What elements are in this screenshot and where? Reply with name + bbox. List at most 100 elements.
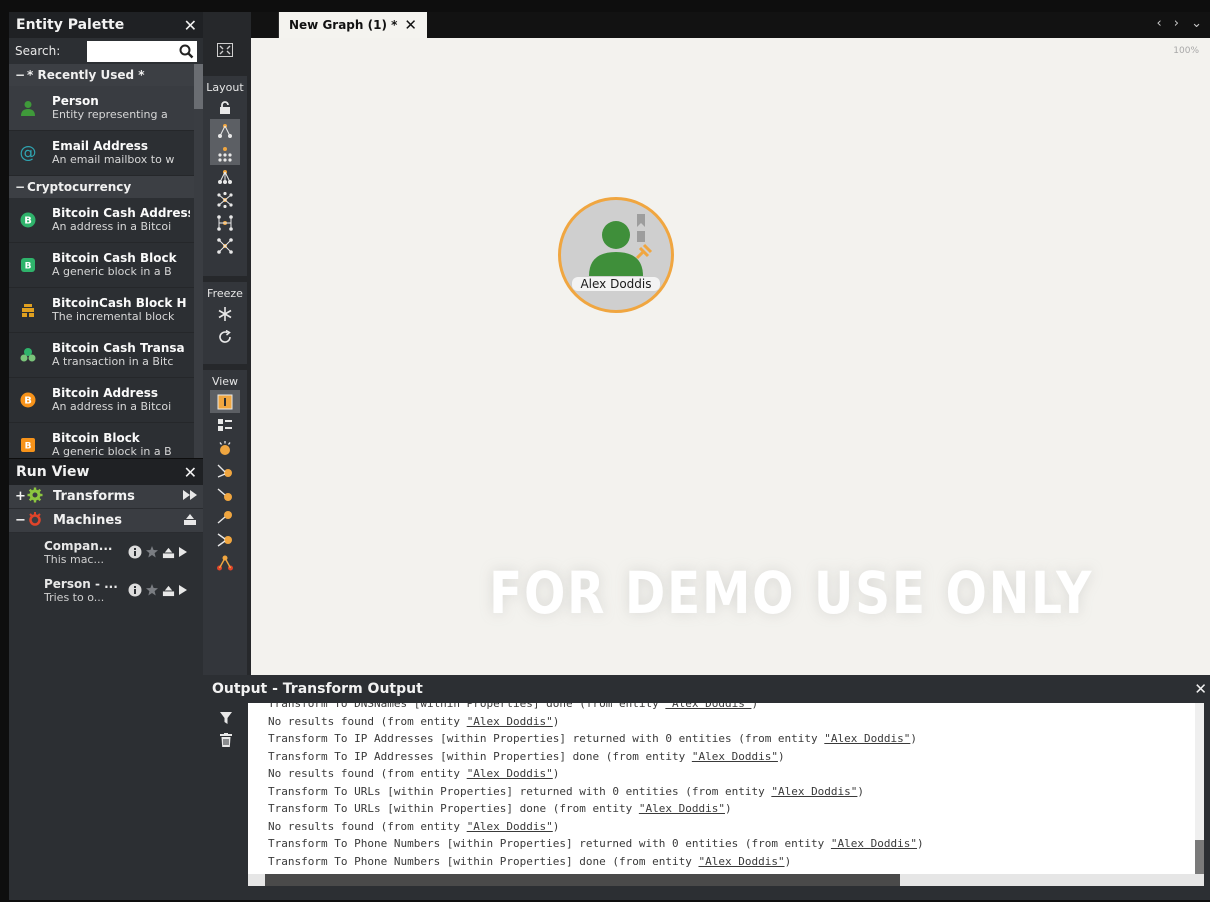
list-view-button[interactable]: [203, 413, 247, 436]
clear-output-button[interactable]: [203, 729, 248, 751]
svg-text:B: B: [25, 442, 32, 452]
palette-entity-bitcoin-cash-address[interactable]: B Bitcoin Cash Address An address in a Bi…: [9, 198, 203, 243]
output-vertical-scrollbar[interactable]: [1195, 703, 1204, 886]
output-line-text: Transform To URLs [within Properties] re…: [268, 784, 772, 798]
snowflake-icon: [218, 306, 232, 321]
hierarchical-layout-button[interactable]: [210, 142, 240, 165]
machine-item[interactable]: Compan... This mac...: [9, 533, 203, 571]
info-icon[interactable]: [128, 545, 142, 559]
graph-canvas[interactable]: 100% FOR DEMO USE ONLY Alex Doddis: [251, 38, 1210, 675]
zoom-level: 100%: [1173, 46, 1199, 56]
circular-layout-button[interactable]: [203, 211, 247, 234]
svg-text:B: B: [25, 262, 32, 272]
entity-palette-close-icon[interactable]: ✕: [184, 16, 197, 35]
entity-node-label[interactable]: Alex Doddis: [572, 277, 660, 291]
centrality-layout-button[interactable]: [203, 165, 247, 188]
entity-name: Person: [52, 94, 99, 108]
palette-entity-bitcoin-address[interactable]: B Bitcoin Address An address in a Bitcoi: [9, 378, 203, 423]
demo-watermark: FOR DEMO USE ONLY: [489, 559, 1094, 627]
output-line-text: No results found (from entity: [268, 714, 467, 728]
tab-close-icon[interactable]: ✕: [404, 16, 417, 34]
incoming-links-button[interactable]: [203, 459, 247, 482]
interactive-layout-button[interactable]: [203, 234, 247, 257]
machine-desc: This mac...: [44, 552, 104, 566]
bubble-view-button[interactable]: [203, 436, 247, 459]
collapse-icon[interactable]: −: [15, 68, 27, 82]
bitcoin-block-icon: B: [17, 434, 39, 456]
info-icon[interactable]: [128, 583, 142, 597]
star-icon[interactable]: [146, 584, 158, 596]
entity-link[interactable]: "Alex Doddis": [698, 855, 784, 868]
block-layout-button[interactable]: [210, 119, 240, 142]
lock-layout-button[interactable]: [203, 96, 247, 119]
machines-row[interactable]: − Machines: [9, 509, 203, 533]
play-icon[interactable]: [179, 585, 187, 595]
machine-settings-icon[interactable]: [183, 512, 197, 530]
links-up-button[interactable]: [203, 505, 247, 528]
collapse-icon[interactable]: −: [15, 180, 27, 194]
collapse-icon[interactable]: −: [15, 513, 26, 528]
palette-entity-bitcoin-cash-transaction[interactable]: Bitcoin Cash Transa A transaction in a Bi…: [9, 333, 203, 378]
output-line-text: Transform To Phone Numbers [within Prope…: [268, 854, 699, 868]
entity-link[interactable]: "Alex Doddis": [831, 837, 917, 850]
play-icon[interactable]: [179, 547, 187, 557]
palette-entity-email-address[interactable]: @ Email Address An email mailbox to w: [9, 131, 203, 176]
run-view-panel: Run View ✕ + Transforms − Machines Compa…: [9, 459, 203, 900]
normal-view-button[interactable]: [210, 390, 240, 413]
search-icon[interactable]: [179, 44, 194, 59]
palette-entity-bitcoin-block[interactable]: B Bitcoin Block A generic block in a B: [9, 423, 203, 458]
entity-name: Bitcoin Cash Block: [52, 251, 177, 265]
graph-toolbar: Layout Freeze View: [203, 12, 251, 675]
transforms-row[interactable]: + Transforms: [9, 485, 203, 509]
run-view-title: Run View: [16, 464, 90, 480]
entity-link[interactable]: "Alex Doddis": [467, 715, 553, 728]
output-close-icon[interactable]: ✕: [1194, 680, 1210, 698]
outgoing-links-button[interactable]: [203, 482, 247, 505]
refresh-button[interactable]: [203, 325, 247, 348]
output-line: Transform To URLs [within Properties] do…: [268, 800, 924, 818]
trash-icon: [219, 733, 232, 747]
category-recently-used[interactable]: − * Recently Used *: [9, 64, 203, 86]
freeze-button[interactable]: [203, 302, 247, 325]
tab-navigation[interactable]: ‹ › ⌄: [1156, 16, 1206, 31]
entity-link[interactable]: "Alex Doddis": [771, 785, 857, 798]
output-log[interactable]: Transform To DNSNames [within Properties…: [248, 703, 1204, 886]
entity-link[interactable]: "Alex Doddis": [639, 802, 725, 815]
entity-node-person[interactable]: [558, 197, 674, 313]
palette-entity-bitcoin-cash-block[interactable]: B Bitcoin Cash Block A generic block in a…: [9, 243, 203, 288]
list-view-icon: [218, 418, 232, 431]
entity-link[interactable]: "Alex Doddis": [467, 820, 553, 833]
expand-icon[interactable]: +: [15, 489, 26, 504]
output-header: Output - Transform Output ✕: [203, 675, 1210, 703]
links-tree-button[interactable]: [203, 551, 247, 574]
palette-search-row: Search:: [9, 38, 203, 64]
fit-view-button[interactable]: [203, 38, 247, 76]
circular-layout-icon: [217, 214, 233, 231]
configure-machine-icon[interactable]: [162, 546, 175, 559]
output-horizontal-scrollbar[interactable]: [248, 874, 1204, 886]
machine-item[interactable]: Person - ... Tries to o...: [9, 571, 203, 609]
entity-link[interactable]: "Alex Doddis": [467, 767, 553, 780]
output-line-text: Transform To IP Addresses [within Proper…: [268, 732, 825, 745]
gear-icon: [27, 487, 43, 507]
search-box: [87, 40, 197, 62]
output-horizontal-scrollbar-thumb[interactable]: [265, 874, 900, 886]
palette-scrollbar-thumb[interactable]: [194, 64, 203, 109]
entity-link[interactable]: "Alex Doddis": [824, 732, 910, 745]
person-icon: [17, 97, 39, 119]
palette-entity-person[interactable]: Person Entity representing a: [9, 86, 203, 131]
organic-layout-button[interactable]: [203, 188, 247, 211]
links-both-button[interactable]: [203, 528, 247, 551]
entity-link[interactable]: "Alex Doddis": [692, 750, 778, 763]
tab-new-graph[interactable]: New Graph (1) * ✕: [279, 12, 427, 38]
palette-scrollbar[interactable]: [194, 64, 203, 458]
filter-button[interactable]: [203, 707, 248, 729]
category-cryptocurrency[interactable]: − Cryptocurrency: [9, 176, 203, 198]
configure-machine-icon[interactable]: [162, 584, 175, 597]
entity-desc: The incremental block: [52, 310, 175, 323]
run-view-close-icon[interactable]: ✕: [184, 463, 197, 482]
star-icon[interactable]: [146, 546, 158, 558]
run-all-icon[interactable]: [183, 489, 197, 504]
palette-entity-bitcoincash-block-height[interactable]: BitcoinCash Block H The incremental block: [9, 288, 203, 333]
entity-link[interactable]: "Alex Doddis": [665, 703, 751, 710]
